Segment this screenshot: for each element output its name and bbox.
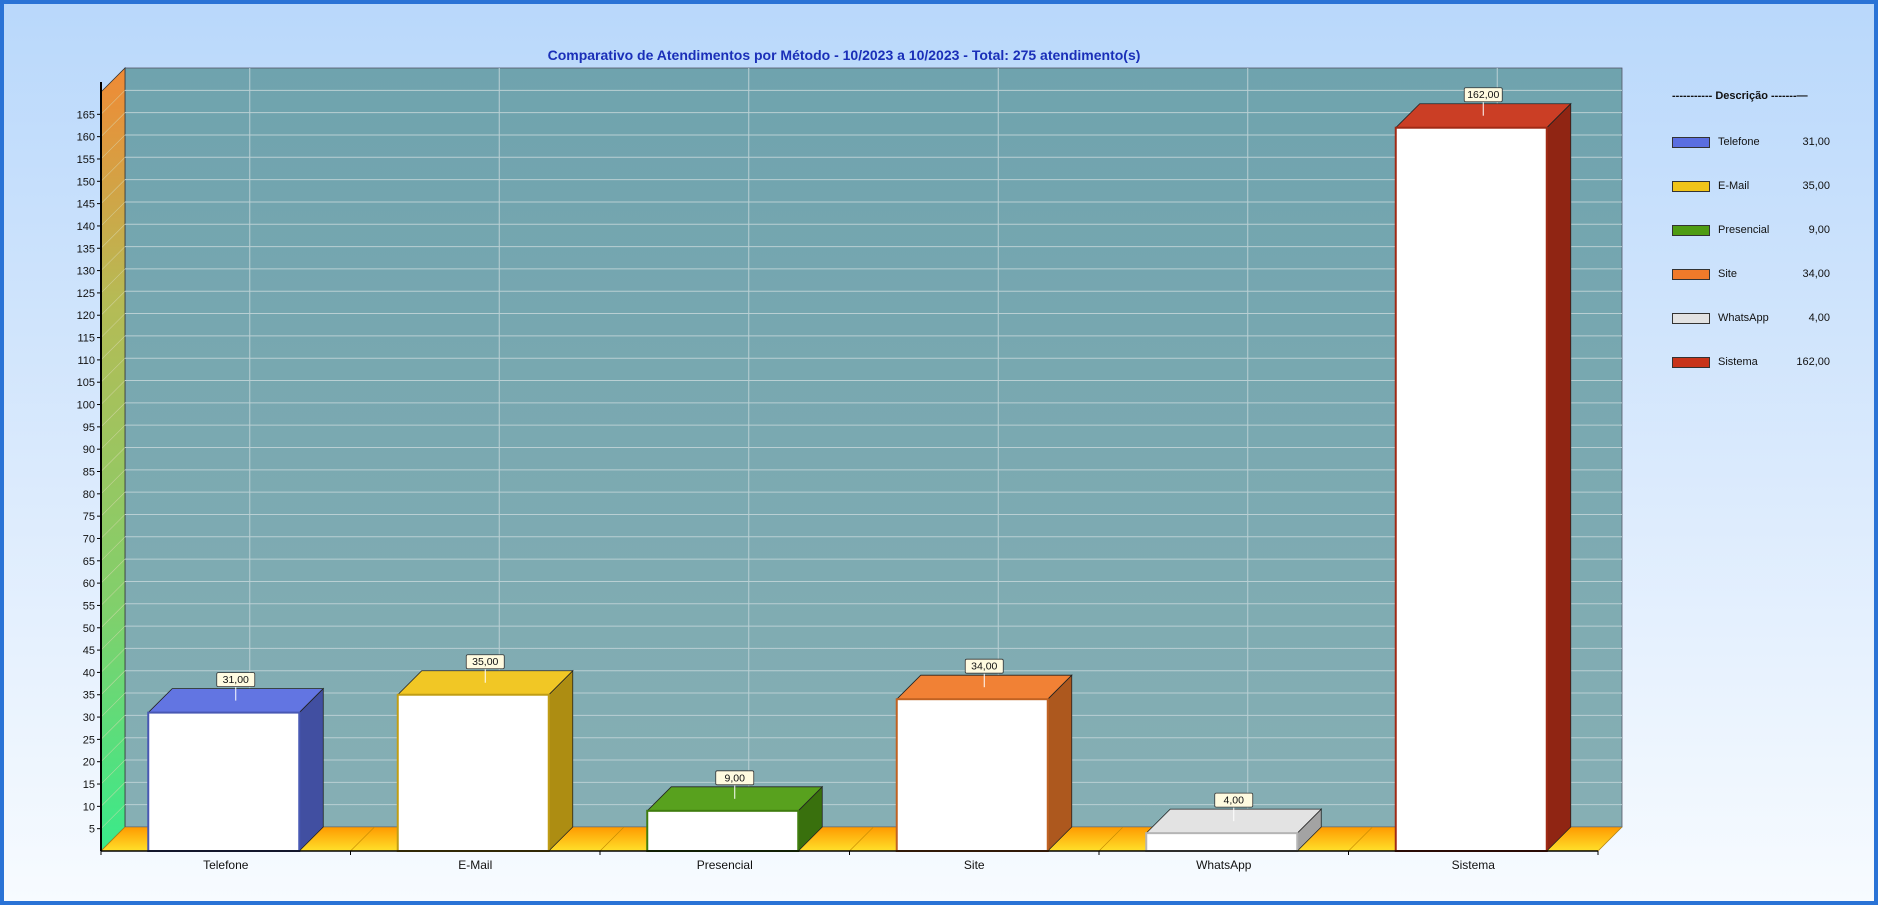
y-tick-label: 10 xyxy=(83,801,95,813)
bar-side-face xyxy=(1546,102,1572,852)
legend-item-value: 31,00 xyxy=(1802,136,1830,148)
chart-title: Comparativo de Atendimentos por Método -… xyxy=(548,47,1141,63)
bar-front-face xyxy=(147,711,301,852)
legend-item-name: WhatsApp xyxy=(1718,312,1769,324)
y-tick-label: 115 xyxy=(77,333,95,345)
y-tick-label: 90 xyxy=(83,444,95,456)
x-category-label: Telefone xyxy=(203,858,249,872)
bar-side-face xyxy=(298,687,324,852)
y-tick-label: 25 xyxy=(83,734,95,746)
legend-title: ----------- Descrição -------— xyxy=(1672,90,1808,102)
y-tick-label: 130 xyxy=(77,266,95,278)
y-tick-label: 40 xyxy=(83,667,95,679)
legend-item-value: 34,00 xyxy=(1802,268,1830,280)
legend-item-name: Telefone xyxy=(1718,136,1760,148)
x-category-label: WhatsApp xyxy=(1196,858,1252,872)
x-category-label: Sistema xyxy=(1452,858,1496,872)
y-tick-label: 125 xyxy=(77,288,95,300)
chart-frame: Comparativo de Atendimentos por Método -… xyxy=(0,0,1878,905)
legend-item-name: Sistema xyxy=(1718,356,1758,368)
legend-swatch xyxy=(1672,268,1710,280)
y-tick-label: 35 xyxy=(83,690,95,702)
y-tick-label: 20 xyxy=(83,757,95,769)
bar-front-face xyxy=(1145,832,1299,852)
legend-swatch xyxy=(1672,136,1710,148)
y-tick-label: 95 xyxy=(83,422,95,434)
y-tick-label: 80 xyxy=(83,489,95,501)
legend-swatch xyxy=(1672,356,1710,368)
legend-swatch xyxy=(1672,180,1710,192)
y-tick-label: 60 xyxy=(83,578,95,590)
bar-site xyxy=(895,674,1073,853)
x-category-label: E-Mail xyxy=(458,858,492,872)
data-label: 35,00 xyxy=(472,656,498,668)
y-tick-label: 65 xyxy=(83,556,95,568)
data-label: 9,00 xyxy=(725,772,746,784)
legend-item: WhatsApp 4,00 xyxy=(1672,296,1842,340)
bar-front-face xyxy=(895,698,1049,853)
legend-item-value: 4,00 xyxy=(1808,312,1830,324)
bar-e-mail xyxy=(396,669,574,852)
bar-sistema xyxy=(1394,102,1572,852)
legend-item-name: E-Mail xyxy=(1718,180,1750,192)
x-category-label: Site xyxy=(964,858,985,872)
bar-side-face xyxy=(548,669,574,852)
bar-front-face xyxy=(646,809,800,852)
y-tick-label: 5 xyxy=(89,824,95,836)
y-tick-label: 140 xyxy=(77,221,95,233)
y-tick-label: 70 xyxy=(83,533,95,545)
data-label: 34,00 xyxy=(971,661,997,673)
legend-item-value: 9,00 xyxy=(1808,224,1830,236)
bar-front-face xyxy=(396,693,550,852)
legend-item-value: 35,00 xyxy=(1802,180,1830,192)
y-tick-label: 160 xyxy=(77,132,95,144)
y-tick-label: 50 xyxy=(83,623,95,635)
y-tick-label: 100 xyxy=(77,400,95,412)
legend-item-name: Presencial xyxy=(1718,224,1770,236)
y-tick-label: 45 xyxy=(83,645,95,657)
y-tick-label: 120 xyxy=(77,310,95,322)
bar-chart: Comparativo de Atendimentos por Método -… xyxy=(77,47,1623,872)
y-tick-label: 145 xyxy=(77,199,95,211)
y-tick-label: 30 xyxy=(83,712,95,724)
legend-item: Telefone 31,00 xyxy=(1672,120,1842,164)
legend-item-value: 162,00 xyxy=(1796,356,1830,368)
y-tick-label: 110 xyxy=(77,355,95,367)
legend-item: Site 34,00 xyxy=(1672,252,1842,296)
y-tick-label: 55 xyxy=(83,600,95,612)
y-tick-label: 165 xyxy=(77,109,95,121)
y-tick-label: 135 xyxy=(77,243,95,255)
y-tick-label: 155 xyxy=(77,154,95,166)
legend-swatch xyxy=(1672,312,1710,324)
legend-swatch xyxy=(1672,224,1710,236)
bar-side-face xyxy=(1047,674,1073,852)
legend-item: Presencial 9,00 xyxy=(1672,208,1842,252)
legend: ----------- Descrição -------— Telefone 3… xyxy=(1672,90,1842,384)
legend-item: E-Mail 35,00 xyxy=(1672,164,1842,208)
y-tick-label: 75 xyxy=(83,511,95,523)
data-label: 162,00 xyxy=(1467,89,1499,101)
legend-item: Sistema 162,00 xyxy=(1672,340,1842,384)
bar-telefone xyxy=(147,687,325,852)
data-label: 31,00 xyxy=(223,674,249,686)
bar-front-face xyxy=(1394,126,1548,852)
legend-item-name: Site xyxy=(1718,268,1737,280)
data-label: 4,00 xyxy=(1224,795,1245,807)
x-category-label: Presencial xyxy=(697,858,753,872)
y-tick-label: 85 xyxy=(83,467,95,479)
y-tick-label: 15 xyxy=(83,779,95,791)
y-tick-label: 150 xyxy=(77,176,95,188)
y-tick-label: 105 xyxy=(77,377,95,389)
